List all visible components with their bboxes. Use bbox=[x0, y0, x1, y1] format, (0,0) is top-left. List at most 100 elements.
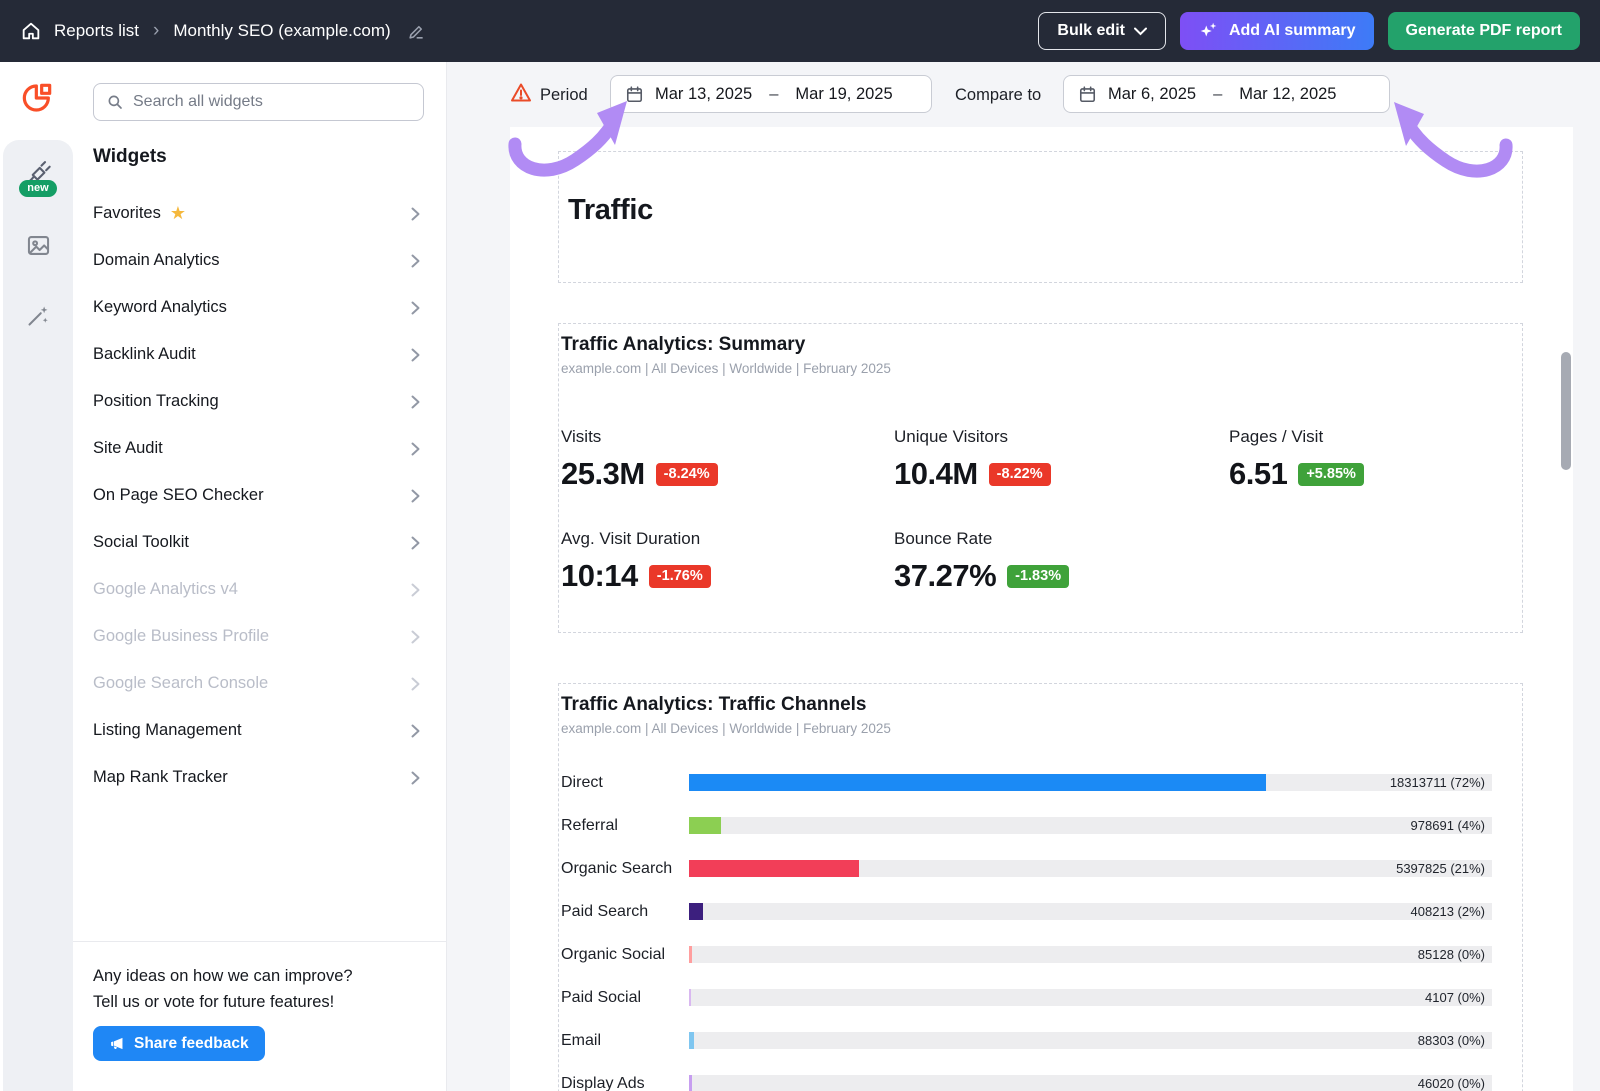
compare-end-date: Mar 12, 2025 bbox=[1239, 85, 1336, 104]
traffic-channels-widget[interactable]: Traffic Analytics: Traffic Channels exam… bbox=[558, 683, 1523, 1091]
generate-pdf-button[interactable]: Generate PDF report bbox=[1388, 12, 1580, 50]
metric: Pages / Visit 6.51 +5.85% bbox=[1229, 427, 1522, 492]
chevron-right-icon bbox=[411, 771, 420, 785]
section-title: Traffic bbox=[568, 194, 1522, 227]
channel-bar-track: 5397825 (21%) bbox=[689, 860, 1492, 877]
metric-value: 6.51 bbox=[1229, 456, 1287, 492]
channel-value: 5397825 (21%) bbox=[1396, 860, 1485, 877]
chevron-right-icon bbox=[411, 395, 420, 409]
rail-panel: new bbox=[3, 140, 73, 1091]
channel-value: 46020 (0%) bbox=[1418, 1075, 1485, 1091]
channel-label: Direct bbox=[561, 774, 689, 792]
add-ai-summary-button[interactable]: Add AI summary bbox=[1180, 12, 1374, 50]
metric-label: Avg. Visit Duration bbox=[561, 529, 894, 549]
magic-wand-icon bbox=[25, 302, 52, 329]
edit-report-name-icon[interactable] bbox=[407, 22, 426, 41]
sidebar-item[interactable]: Site Audit bbox=[73, 425, 446, 472]
widget-search bbox=[93, 83, 424, 121]
traffic-summary-widget[interactable]: Traffic Analytics: Summary example.com |… bbox=[558, 323, 1523, 633]
search-input[interactable] bbox=[133, 93, 411, 111]
sidebar-item[interactable]: Backlink Audit bbox=[73, 331, 446, 378]
add-ai-summary-label: Add AI summary bbox=[1229, 22, 1356, 40]
widget-title: Traffic Analytics: Summary bbox=[561, 334, 1522, 356]
sidebar-item-label: Site Audit bbox=[93, 439, 163, 458]
sparkles-icon bbox=[1198, 20, 1220, 42]
chevron-right-icon bbox=[411, 724, 420, 738]
compare-date-range[interactable]: Mar 6, 2025 – Mar 12, 2025 bbox=[1063, 75, 1390, 113]
metric-value: 25.3M bbox=[561, 456, 645, 492]
sidebar-item[interactable]: Social Toolkit bbox=[73, 519, 446, 566]
metric-value: 10:14 bbox=[561, 558, 638, 594]
channel-label: Paid Social bbox=[561, 989, 689, 1007]
topbar-actions: Bulk edit Add AI summary Generate PDF re… bbox=[1038, 12, 1580, 50]
images-tab[interactable] bbox=[3, 232, 73, 259]
compare-start-date: Mar 6, 2025 bbox=[1108, 85, 1196, 104]
widgets-heading: Widgets bbox=[93, 146, 167, 168]
metric-value: 37.27% bbox=[894, 558, 996, 594]
channel-bar-fill bbox=[689, 989, 691, 1006]
sidebar-item-label: Favorites bbox=[93, 204, 161, 223]
channel-row: Referral 978691 (4%) bbox=[561, 804, 1522, 847]
icon-rail: new bbox=[0, 62, 73, 1091]
calendar-icon bbox=[625, 85, 644, 104]
chevron-right-icon bbox=[411, 677, 420, 691]
channels-bar-chart: Direct 18313711 (72%) Referral 978691 (4… bbox=[561, 761, 1522, 1091]
channel-value: 4107 (0%) bbox=[1425, 989, 1485, 1006]
metric-label: Unique Visitors bbox=[894, 427, 1229, 447]
sidebar-item[interactable]: Domain Analytics bbox=[73, 237, 446, 284]
metric-value: 10.4M bbox=[894, 456, 978, 492]
generate-pdf-label: Generate PDF report bbox=[1406, 22, 1562, 40]
sidebar-item[interactable]: On Page SEO Checker bbox=[73, 472, 446, 519]
vertical-scrollbar[interactable] bbox=[1561, 352, 1571, 470]
chevron-right-icon bbox=[411, 207, 420, 221]
magic-wand-tab[interactable] bbox=[3, 302, 73, 329]
chevron-right-icon bbox=[411, 254, 420, 268]
sidebar-item[interactable]: Position Tracking bbox=[73, 378, 446, 425]
sidebar-item-label: Domain Analytics bbox=[93, 251, 220, 270]
channel-bar-track: 46020 (0%) bbox=[689, 1075, 1492, 1091]
section-title-widget[interactable]: Traffic bbox=[558, 151, 1523, 283]
channel-bar-fill bbox=[689, 1075, 692, 1091]
channel-bar-fill bbox=[689, 860, 859, 877]
widget-title: Traffic Analytics: Traffic Channels bbox=[561, 694, 1522, 716]
sidebar-item-label: Listing Management bbox=[93, 721, 242, 740]
channel-value: 85128 (0%) bbox=[1418, 946, 1485, 963]
metric-label: Bounce Rate bbox=[894, 529, 1229, 549]
metric: Unique Visitors 10.4M -8.22% bbox=[894, 427, 1229, 492]
channel-bar-track: 18313711 (72%) bbox=[689, 774, 1492, 791]
integrations-tab[interactable]: new bbox=[3, 158, 73, 197]
megaphone-icon bbox=[109, 1035, 126, 1052]
sidebar-item-label: Google Analytics v4 bbox=[93, 580, 238, 599]
channel-bar-fill bbox=[689, 946, 692, 963]
sidebar-item[interactable]: Map Rank Tracker bbox=[73, 754, 446, 801]
home-icon[interactable] bbox=[20, 20, 42, 42]
metric: Visits 25.3M -8.24% bbox=[561, 427, 894, 492]
metric-label: Visits bbox=[561, 427, 894, 447]
topbar: Reports list › Monthly SEO (example.com)… bbox=[0, 0, 1600, 62]
breadcrumb-reports-list[interactable]: Reports list bbox=[54, 21, 139, 41]
summary-metrics: Visits 25.3M -8.24% Unique Visitors 10.4… bbox=[561, 427, 1522, 594]
reports-widgets-icon[interactable] bbox=[0, 82, 73, 114]
channel-bar-track: 88303 (0%) bbox=[689, 1032, 1492, 1049]
channel-label: Paid Search bbox=[561, 903, 689, 921]
chevron-right-icon bbox=[411, 301, 420, 315]
channel-label: Referral bbox=[561, 817, 689, 835]
channel-row: Paid Social 4107 (0%) bbox=[561, 976, 1522, 1019]
channel-bar-track: 4107 (0%) bbox=[689, 989, 1492, 1006]
channel-label: Email bbox=[561, 1032, 689, 1050]
sidebar-item[interactable]: Listing Management bbox=[73, 707, 446, 754]
sidebar-item[interactable]: Keyword Analytics bbox=[73, 284, 446, 331]
channel-bar-fill bbox=[689, 817, 721, 834]
share-feedback-button[interactable]: Share feedback bbox=[93, 1026, 265, 1061]
bulk-edit-button[interactable]: Bulk edit bbox=[1038, 12, 1166, 50]
chevron-right-icon bbox=[411, 536, 420, 550]
sidebar-item: Google Business Profile bbox=[73, 613, 446, 660]
bulk-edit-label: Bulk edit bbox=[1057, 22, 1125, 40]
channel-value: 408213 (2%) bbox=[1411, 903, 1485, 920]
period-date-range[interactable]: Mar 13, 2025 – Mar 19, 2025 bbox=[610, 75, 932, 113]
feedback-line2: Tell us or vote for future features! bbox=[93, 989, 426, 1015]
feedback-line1: Any ideas on how we can improve? bbox=[93, 963, 426, 989]
image-icon bbox=[25, 232, 52, 259]
widget-subtitle: example.com | All Devices | Worldwide | … bbox=[561, 721, 1522, 736]
sidebar-item[interactable]: Favorites ★ bbox=[73, 190, 446, 237]
